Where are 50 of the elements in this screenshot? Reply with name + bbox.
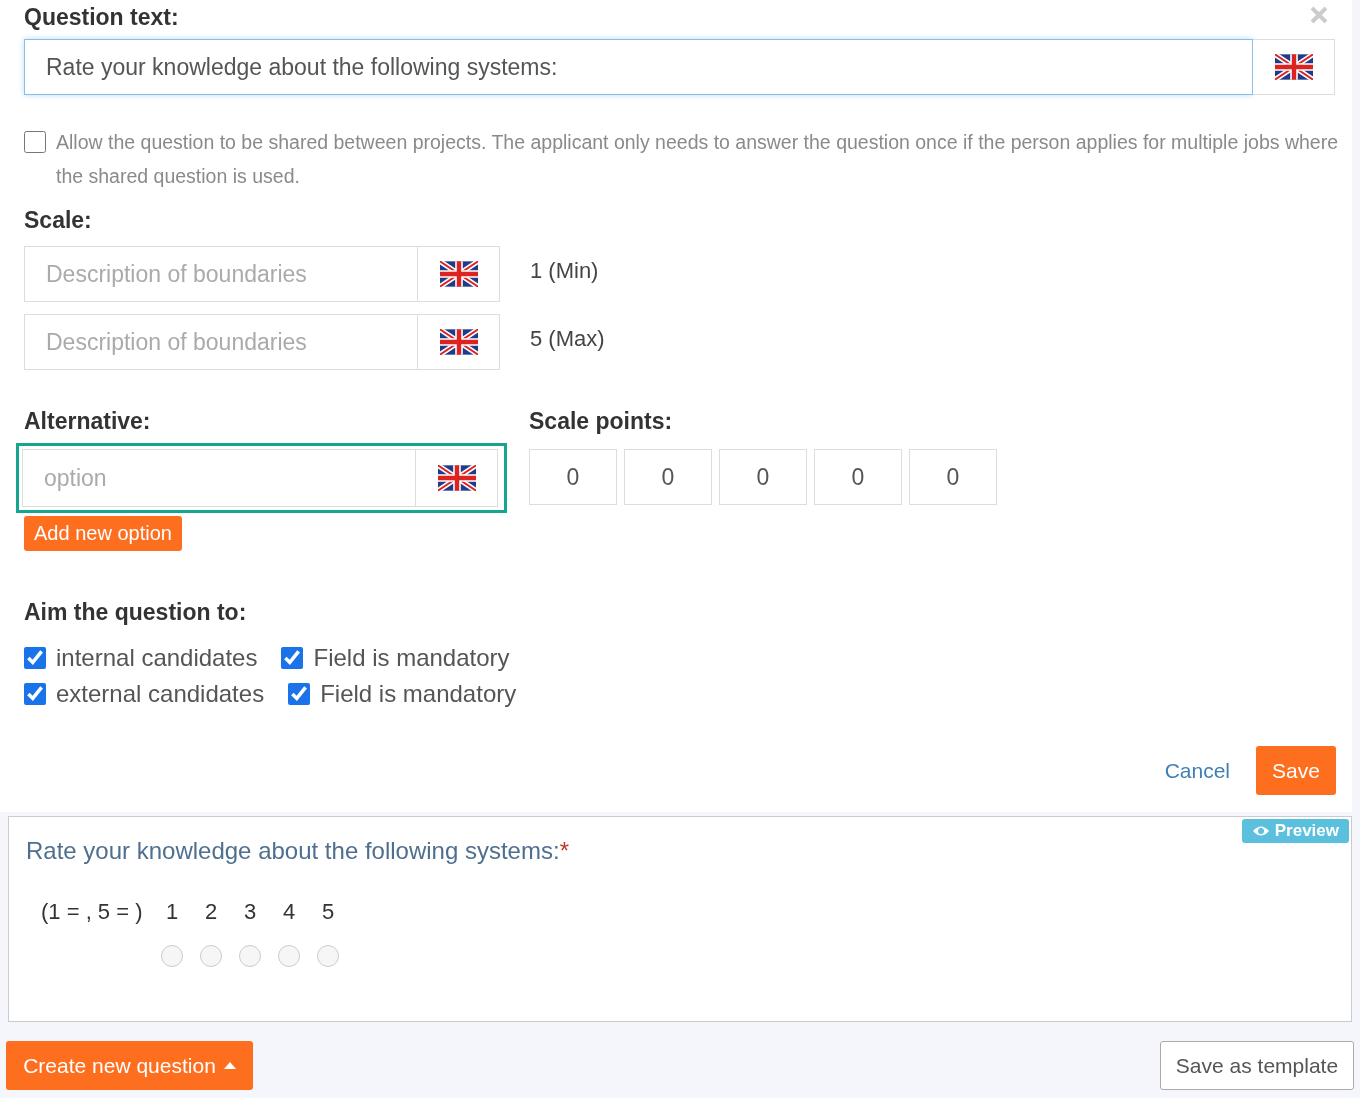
eye-icon — [1251, 825, 1270, 837]
caret-icon — [223, 1062, 236, 1069]
preview-badge: Preview — [1241, 819, 1349, 843]
checkbox-label: Field is mandatory — [313, 644, 510, 672]
scale-point-input[interactable]: 0 — [624, 449, 712, 505]
scale-legend: (1 = , 5 = ) — [41, 899, 153, 925]
scale-number: 5 — [320, 899, 336, 925]
language-button[interactable] — [418, 246, 500, 302]
checkbox[interactable] — [24, 131, 46, 153]
field-label: Scale points: — [529, 408, 673, 435]
option-field[interactable]: option — [16, 443, 507, 513]
language-button[interactable] — [1253, 39, 1335, 95]
scale-point-input[interactable]: 0 — [814, 449, 902, 505]
scale-end-label: 1 (Min) — [530, 257, 599, 285]
scale-number: 3 — [242, 899, 258, 925]
scale-point-input[interactable]: 0 — [529, 449, 617, 505]
preview-question: Rate your knowledge about the following systems:* — [26, 837, 570, 865]
cancel-link[interactable]: Cancel — [1164, 758, 1230, 783]
radio-button[interactable] — [200, 945, 222, 967]
scale-end-label: 5 (Max) — [530, 325, 605, 353]
field-label: Aim the question to: — [24, 599, 247, 626]
share-description: Allow the question to be shared between projects. The applicant only needs to answer the question once if the person applies for multiple jobs where the shared question is used. — [56, 130, 1339, 189]
radio-button[interactable] — [317, 945, 339, 967]
checkbox-label: internal candidates — [56, 644, 258, 672]
boundary-input[interactable]: Description of boundaries — [24, 246, 418, 302]
scale-number: 2 — [203, 899, 219, 925]
save-template-button[interactable]: Save as template — [1160, 1041, 1354, 1090]
field-label: Scale: — [24, 207, 92, 234]
checkbox-label: external candidates — [56, 680, 265, 708]
question-input[interactable]: Rate your knowledge about the following systems: — [24, 39, 1253, 95]
radio-button[interactable] — [278, 945, 300, 967]
field-label: Question text: — [24, 4, 179, 31]
flag-icon — [439, 261, 478, 287]
checkbox[interactable] — [281, 647, 304, 669]
boundary-input[interactable]: Description of boundaries — [24, 314, 418, 370]
scale-number: 1 — [164, 899, 180, 925]
radio-button[interactable] — [161, 945, 183, 967]
scale-point-input[interactable]: 0 — [719, 449, 807, 505]
checkbox[interactable] — [24, 683, 46, 705]
flag-icon — [437, 465, 476, 491]
scale-point-input[interactable]: 0 — [909, 449, 997, 505]
language-button[interactable] — [418, 314, 500, 370]
checkbox[interactable] — [288, 683, 311, 705]
flag-icon — [1274, 54, 1313, 80]
flag-icon — [439, 329, 478, 355]
radio-button[interactable] — [239, 945, 261, 967]
checkbox-label: Field is mandatory — [320, 680, 517, 708]
field-label: Alternative: — [24, 408, 151, 435]
scale-number: 4 — [281, 899, 297, 925]
checkbox[interactable] — [24, 647, 46, 669]
